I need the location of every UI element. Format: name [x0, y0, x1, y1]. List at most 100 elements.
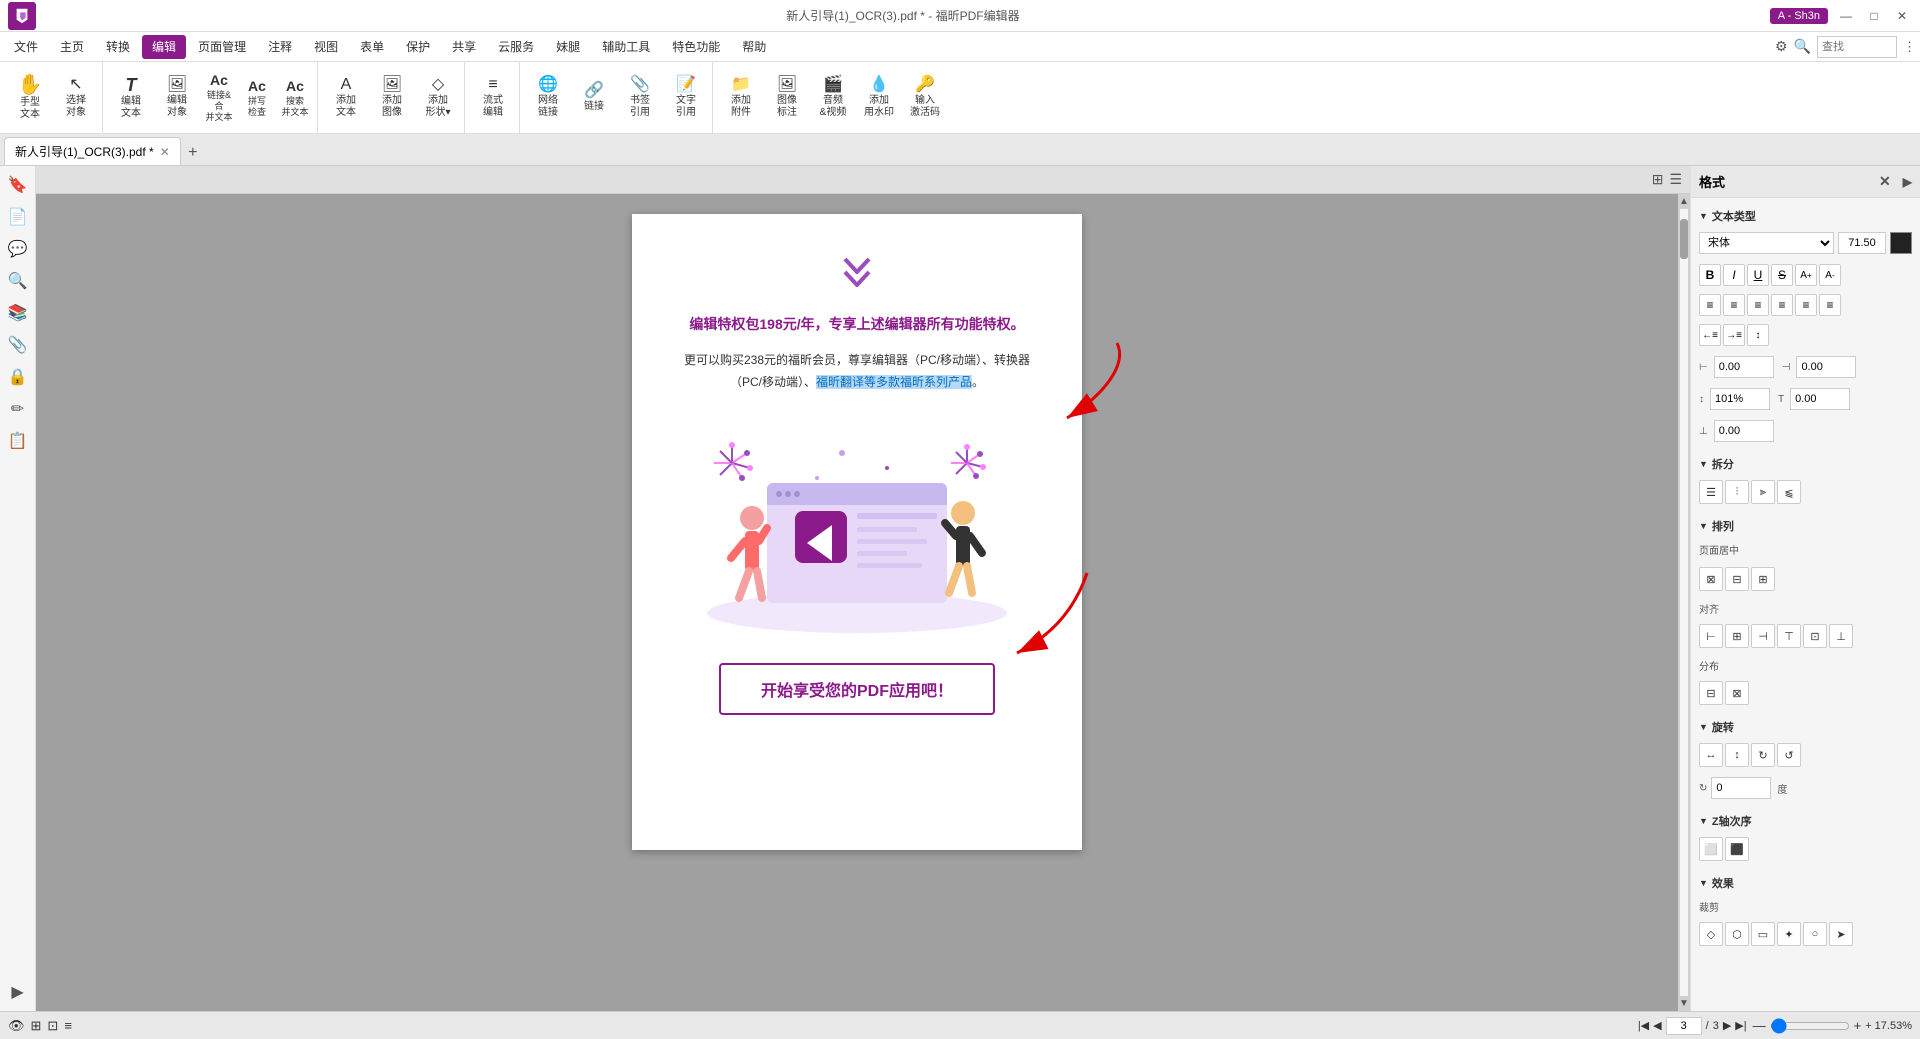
align-justify-button[interactable]: ≡	[1771, 294, 1793, 316]
search-icon[interactable]: 🔍	[1794, 38, 1811, 55]
page-number-input[interactable]	[1666, 1017, 1702, 1035]
link-button[interactable]: 🔗 链接	[572, 68, 616, 128]
menu-convert[interactable]: 转换	[96, 35, 140, 59]
select-object-button[interactable]: ↖ 选择对象	[54, 68, 98, 128]
menu-protect[interactable]: 保护	[396, 35, 440, 59]
baseline-input[interactable]	[1714, 420, 1774, 442]
sidebar-attach-icon[interactable]: 📎	[3, 330, 33, 360]
strikethrough-button[interactable]: S	[1771, 264, 1793, 286]
edit-object-button[interactable]: 🖼 编辑对象	[155, 68, 199, 128]
scroll-mode-icon[interactable]: ≡	[64, 1018, 72, 1033]
rotate-ccw-button[interactable]: ↺	[1777, 743, 1801, 767]
sidebar-bookmark-icon[interactable]: 🔖	[3, 170, 33, 200]
menu-cloud[interactable]: 云服务	[488, 35, 544, 59]
canvas-scroll[interactable]: ▲ ▼ 编辑特权包198元/年，专享上述编辑器所有功能特权。	[36, 194, 1690, 1011]
crop-star-button[interactable]: ✦	[1777, 922, 1801, 946]
flip-h-button[interactable]: ↔	[1699, 743, 1723, 767]
maximize-button[interactable]: □	[1864, 6, 1884, 26]
text-ref-button[interactable]: 📝 文字引用	[664, 68, 708, 128]
tab-close-button[interactable]: ✕	[160, 145, 170, 159]
panel-close-button[interactable]: ✕	[1879, 173, 1891, 190]
spell-check-button[interactable]: Ac 拼写检查	[239, 68, 275, 128]
italic-button[interactable]: I	[1723, 264, 1745, 286]
menu-file[interactable]: 文件	[4, 35, 48, 59]
scroll-thumb[interactable]	[1680, 219, 1688, 259]
more-options-icon[interactable]: ⋮	[1903, 39, 1916, 55]
align-right-button[interactable]: ≡	[1747, 294, 1769, 316]
crop-normal-button[interactable]: ◇	[1699, 922, 1723, 946]
new-tab-button[interactable]: +	[181, 141, 205, 165]
last-page-button[interactable]: ▶|	[1735, 1019, 1746, 1032]
align-obj-bottom[interactable]: ⊥	[1829, 624, 1853, 648]
menu-page-manage[interactable]: 页面管理	[188, 35, 256, 59]
add-image-button[interactable]: 🖼 添加图像	[370, 68, 414, 128]
menu-help[interactable]: 帮助	[732, 35, 776, 59]
panel-expand-button[interactable]: ▶	[1903, 175, 1912, 189]
indent-inc-button[interactable]: →≡	[1723, 324, 1745, 346]
tab-pdf[interactable]: 新人引导(1)_OCR(3).pdf * ✕	[4, 137, 181, 165]
indent-left-input[interactable]	[1714, 356, 1774, 378]
sidebar-lock-icon[interactable]: 🔒	[3, 362, 33, 392]
grid-icon[interactable]: ⊞	[31, 1018, 42, 1034]
align-obj-top[interactable]: ⊤	[1777, 624, 1801, 648]
activation-button[interactable]: 🔑 输入激活码	[903, 68, 947, 128]
sidebar-clipboard-icon[interactable]: 📋	[3, 426, 33, 456]
edit-text-button[interactable]: T 编辑文本	[109, 68, 153, 128]
scroll-up-button[interactable]: ▲	[1679, 196, 1689, 207]
prev-page-button[interactable]: ◀	[1653, 1019, 1661, 1032]
font-color-box[interactable]	[1890, 232, 1912, 254]
underline-button[interactable]: U	[1747, 264, 1769, 286]
align-obj-center[interactable]: ⊞	[1725, 624, 1749, 648]
menu-home[interactable]: 主页	[50, 35, 94, 59]
rotate-cw-button[interactable]: ↻	[1751, 743, 1775, 767]
zoom-out-button[interactable]: —	[1753, 1018, 1766, 1033]
toolbar-settings-icon[interactable]: ⚙	[1775, 38, 1788, 55]
line-space-input[interactable]	[1710, 388, 1770, 410]
align-justify3-button[interactable]: ≡	[1819, 294, 1841, 316]
list-view-icon[interactable]: ☰	[1669, 171, 1682, 188]
menu-edit[interactable]: 编辑	[142, 35, 186, 59]
col-4-button[interactable]: ⫹	[1777, 480, 1801, 504]
center-h-button[interactable]: ⊠	[1699, 567, 1723, 591]
add-text-button[interactable]: A 添加文本	[324, 68, 368, 128]
crop-arrow-button[interactable]: ➤	[1829, 922, 1853, 946]
line-height-button[interactable]: ↕	[1747, 324, 1769, 346]
bold-button[interactable]: B	[1699, 264, 1721, 286]
media-button[interactable]: 🎬 音频&视频	[811, 68, 855, 128]
rotate-angle-input[interactable]	[1711, 777, 1771, 799]
col-2-button[interactable]: ⫶	[1725, 480, 1749, 504]
menu-plugin[interactable]: 妹腿	[546, 35, 590, 59]
sidebar-expand-icon[interactable]: ▶	[3, 977, 33, 1007]
align-center-button[interactable]: ≡	[1723, 294, 1745, 316]
indent-right-input[interactable]	[1796, 356, 1856, 378]
search-input[interactable]	[1817, 36, 1897, 58]
font-size-input[interactable]	[1838, 232, 1886, 254]
menu-form[interactable]: 表单	[350, 35, 394, 59]
menu-tools[interactable]: 辅助工具	[592, 35, 660, 59]
menu-comment[interactable]: 注释	[258, 35, 302, 59]
sidebar-page-icon[interactable]: 📄	[3, 202, 33, 232]
menu-features[interactable]: 特色功能	[662, 35, 730, 59]
fit-page-icon[interactable]: ⊡	[47, 1018, 58, 1034]
menu-view[interactable]: 视图	[304, 35, 348, 59]
scroll-down-button[interactable]: ▼	[1679, 998, 1689, 1009]
watermark-button[interactable]: 💧 添加用水印	[857, 68, 901, 128]
align-obj-left[interactable]: ⊢	[1699, 624, 1723, 648]
align-left-button[interactable]: ≡	[1699, 294, 1721, 316]
crop-diamond-button[interactable]: ⬡	[1725, 922, 1749, 946]
view-icon[interactable]: 👁	[8, 1018, 25, 1034]
link-merge-button[interactable]: Ac 链接&合并文本	[201, 68, 237, 128]
minimize-button[interactable]: —	[1836, 6, 1856, 26]
bookmark-button[interactable]: 📎 书签引用	[618, 68, 662, 128]
menu-share[interactable]: 共享	[442, 35, 486, 59]
sidebar-layer-icon[interactable]: 📚	[3, 298, 33, 328]
crop-rect-button[interactable]: ▭	[1751, 922, 1775, 946]
dist-h-button[interactable]: ⊟	[1699, 681, 1723, 705]
zoom-in-button[interactable]: +	[1854, 1018, 1862, 1033]
indent-dec-button[interactable]: ←≡	[1699, 324, 1721, 346]
start-button[interactable]: 开始享受您的PDF应用吧！	[719, 663, 995, 715]
dist-v-button[interactable]: ⊠	[1725, 681, 1749, 705]
char-space-input[interactable]	[1790, 388, 1850, 410]
web-link-button[interactable]: 🌐 网络链接	[526, 68, 570, 128]
font-name-select[interactable]: 宋体	[1699, 232, 1834, 254]
